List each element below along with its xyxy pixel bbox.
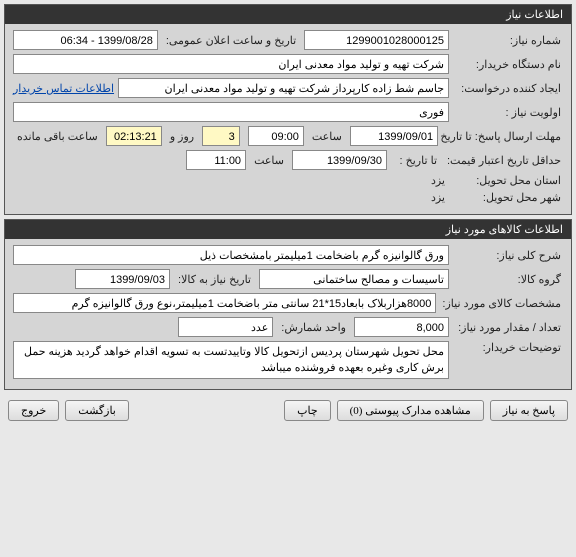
field-need-number: 1299001028000125 (304, 30, 449, 50)
label-priority: اولویت نیاز : (453, 106, 563, 119)
label-remain: ساعت باقی مانده (13, 130, 102, 143)
value-province: یزد (427, 174, 449, 187)
field-spec: 8000هزاربلاک بابعاد15*21 سانتی متر باضخا… (13, 293, 436, 313)
field-qty: 8,000 (354, 317, 449, 337)
label-spec: مشخصات کالای مورد نیاز: (440, 297, 563, 310)
label-need-number: شماره نیاز: (453, 34, 563, 47)
label-until: تا تاریخ : (391, 154, 441, 167)
label-notes: توضیحات خریدار: (453, 341, 563, 354)
print-button[interactable]: چاپ (284, 400, 331, 421)
goods-info-header: اطلاعات کالاهای مورد نیاز (5, 220, 571, 239)
field-deadline-time: 09:00 (248, 126, 304, 146)
respond-button[interactable]: پاسخ به نیاز (490, 400, 568, 421)
label-city: شهر محل تحویل: (453, 191, 563, 204)
field-group: تاسیسات و مصالح ساختمانی (259, 269, 449, 289)
label-creator: ایجاد کننده درخواست: (453, 82, 563, 95)
goods-info-body: شرح کلی نیاز: ورق گالوانیزه گرم باضخامت … (5, 239, 571, 389)
button-bar: پاسخ به نیاز مشاهده مدارک پیوستی (0) چاپ… (4, 394, 572, 427)
attachments-button[interactable]: مشاهده مدارک پیوستی (0) (337, 400, 484, 421)
field-org: شرکت تهیه و تولید مواد معدنی ایران (13, 54, 449, 74)
label-need-date: تاریخ نیاز به کالا: (174, 273, 255, 286)
field-unit: عدد (178, 317, 273, 337)
label-time2: ساعت (250, 154, 288, 167)
field-announce: 1399/08/28 - 06:34 (13, 30, 158, 50)
goods-info-panel: اطلاعات کالاهای مورد نیاز شرح کلی نیاز: … (4, 219, 572, 390)
label-days: روز و (166, 130, 198, 143)
field-creator: جاسم شط زاده کارپرداز شرکت تهیه و تولید … (118, 78, 449, 98)
label-unit: واحد شمارش: (277, 321, 350, 334)
field-validity-date: 1399/09/30 (292, 150, 387, 170)
exit-button[interactable]: خروج (8, 400, 59, 421)
label-time1: ساعت (308, 130, 346, 143)
field-deadline-date: 1399/09/01 (350, 126, 438, 146)
field-desc: ورق گالوانیزه گرم باضخامت 1میلیمتر بامشخ… (13, 245, 449, 265)
label-group: گروه کالا: (453, 273, 563, 286)
field-priority: فوری (13, 102, 449, 122)
label-province: استان محل تحویل: (453, 174, 563, 187)
field-remain-time: 02:13:21 (106, 126, 162, 146)
label-validity: حداقل تاریخ اعتبار قیمت: (445, 154, 563, 167)
value-city: یزد (427, 191, 449, 204)
field-notes: محل تحویل شهرستان پردیس ازتحویل کالا وتا… (13, 341, 449, 379)
need-info-panel: اطلاعات نیاز شماره نیاز: 129900102800012… (4, 4, 572, 215)
label-qty: تعداد / مقدار مورد نیاز: (453, 321, 563, 334)
field-need-date: 1399/09/03 (75, 269, 170, 289)
field-validity-time: 11:00 (186, 150, 246, 170)
label-desc: شرح کلی نیاز: (453, 249, 563, 262)
back-button[interactable]: بازگشت (65, 400, 129, 421)
label-deadline: مهلت ارسال پاسخ: تا تاریخ : (442, 130, 563, 143)
label-org: نام دستگاه خریدار: (453, 58, 563, 71)
label-announce: تاریخ و ساعت اعلان عمومی: (162, 34, 300, 47)
field-remain-days: 3 (202, 126, 240, 146)
need-info-header: اطلاعات نیاز (5, 5, 571, 24)
need-info-body: شماره نیاز: 1299001028000125 تاریخ و ساع… (5, 24, 571, 214)
contact-link[interactable]: اطلاعات تماس خریدار (13, 82, 114, 95)
